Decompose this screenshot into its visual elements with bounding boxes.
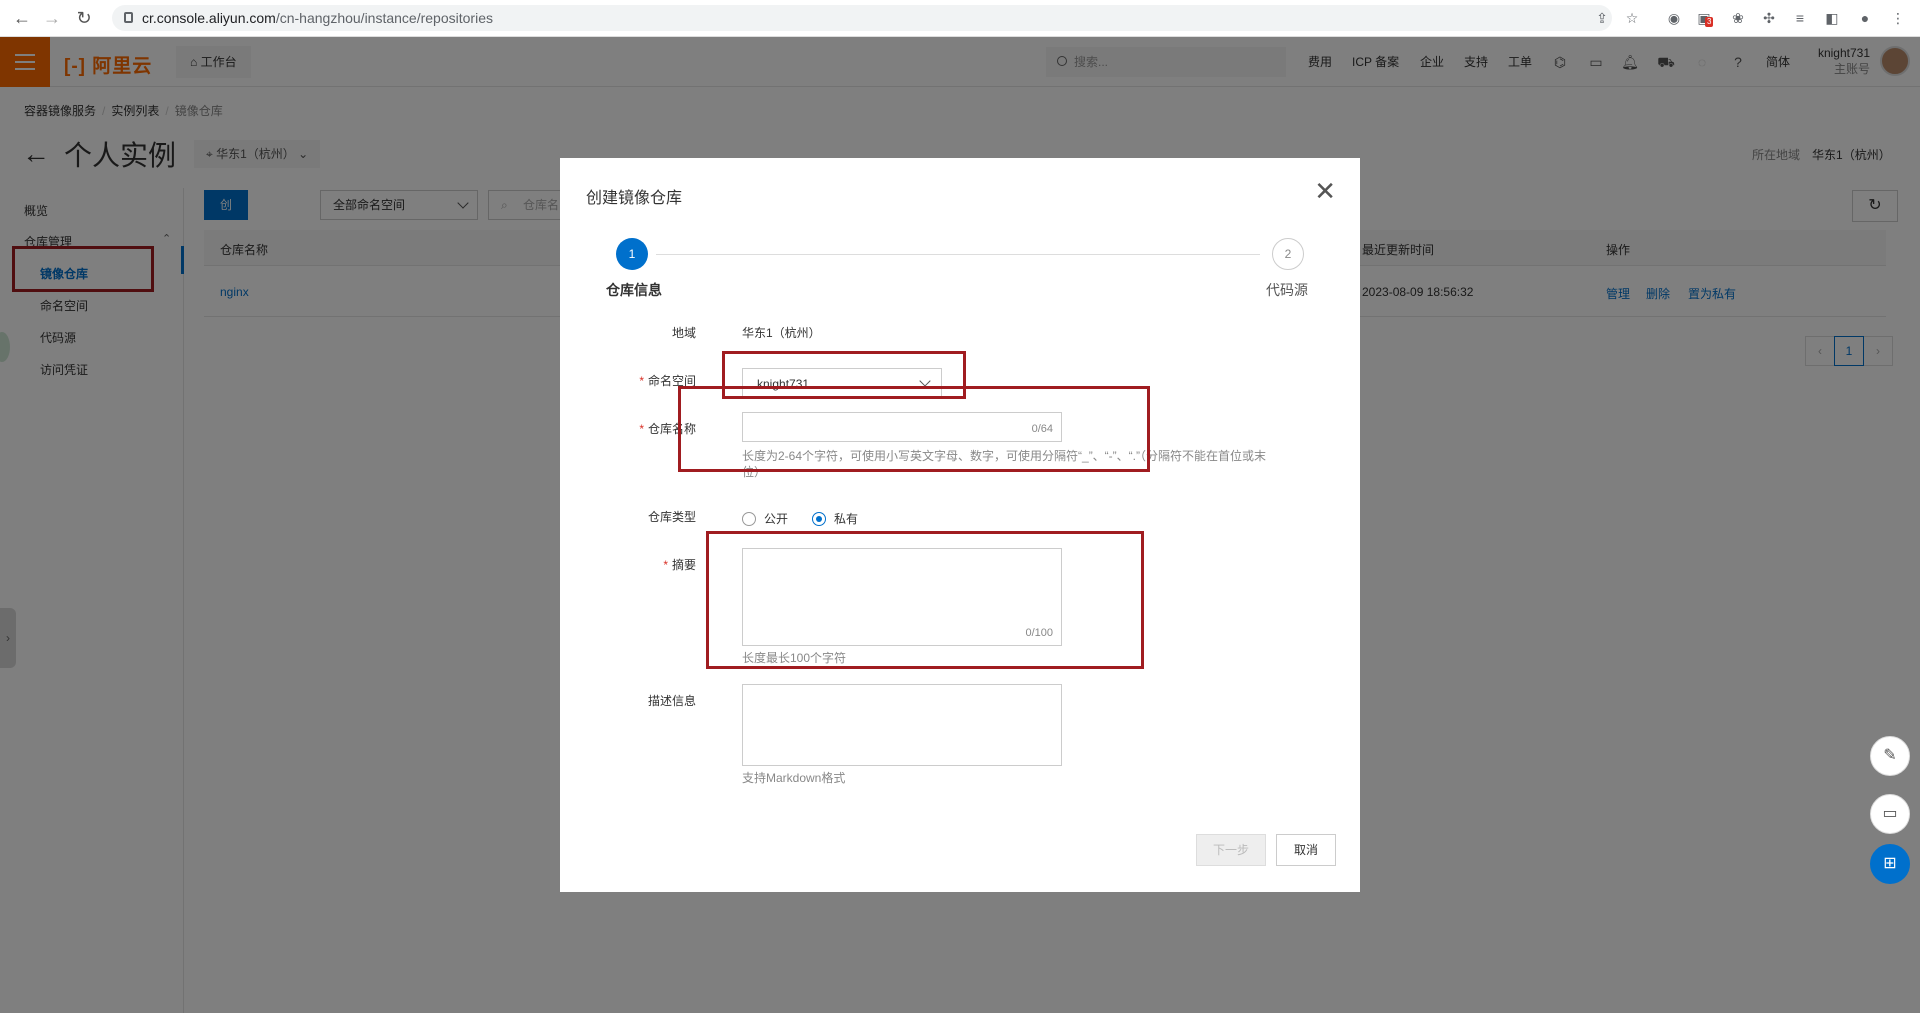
- description-hint: 支持Markdown格式: [742, 771, 846, 785]
- bookmark-star-icon[interactable]: ☆: [1622, 8, 1642, 28]
- edit-feedback-icon[interactable]: ✎: [1870, 736, 1910, 776]
- chat-icon[interactable]: ▭: [1870, 794, 1910, 834]
- region-field-value: 华东1（杭州）: [742, 326, 821, 340]
- description-textarea[interactable]: [742, 684, 1062, 766]
- lock-icon: [124, 12, 133, 23]
- extension-icon[interactable]: ◉: [1664, 8, 1684, 28]
- steps-connector: [656, 254, 1260, 255]
- namespace-field-label: * 命名空间: [639, 374, 696, 388]
- next-step-button[interactable]: 下一步: [1196, 834, 1266, 866]
- side-panel-icon[interactable]: ◧: [1822, 8, 1842, 28]
- radio-label-private: 私有: [834, 512, 859, 526]
- reload-icon[interactable]: ↻: [72, 7, 96, 31]
- reading-list-icon[interactable]: ≡: [1790, 8, 1810, 28]
- step-1-label: 仓库信息: [606, 282, 662, 298]
- radio-circle: [742, 511, 756, 526]
- cancel-button[interactable]: 取消: [1276, 834, 1336, 866]
- step-2-label: 代码源: [1266, 282, 1308, 298]
- share-icon[interactable]: ⇪: [1592, 8, 1612, 28]
- profile-icon[interactable]: ●: [1855, 8, 1875, 28]
- step-1-indicator: 1: [616, 238, 648, 270]
- extension-icon-2[interactable]: ❀: [1728, 8, 1748, 28]
- region-field-label: 地域: [671, 326, 696, 340]
- repo-type-public-radio[interactable]: 公开: [742, 510, 788, 527]
- radio-circle-checked: [812, 511, 826, 526]
- close-icon[interactable]: ✕: [1314, 178, 1336, 204]
- repo-name-field-label: * 仓库名称: [639, 422, 696, 436]
- more-icon[interactable]: ⋮: [1888, 8, 1908, 28]
- browser-toolbar: ← → ↻ cr.console.aliyun.com/cn-hangzhou/…: [0, 0, 1920, 37]
- puzzle-icon[interactable]: ✣: [1759, 8, 1779, 28]
- extension-badge-icon[interactable]: ▣ 3: [1694, 8, 1714, 28]
- forward-icon[interactable]: →: [40, 7, 64, 31]
- dialog-title: 创建镜像仓库: [586, 190, 683, 207]
- highlight-box-repo-name: [678, 386, 1150, 472]
- repo-type-private-radio[interactable]: 私有: [812, 510, 858, 527]
- url-path: /cn-hangzhou/instance/repositories: [275, 10, 493, 26]
- step-2-indicator: 2: [1272, 238, 1304, 270]
- extension-badge: 3: [1705, 17, 1714, 27]
- highlight-box-summary: [706, 531, 1144, 669]
- apps-grid-icon[interactable]: ⊞: [1870, 844, 1910, 884]
- summary-field-label: * 摘要: [663, 558, 696, 572]
- repo-type-field-label: 仓库类型: [647, 510, 696, 524]
- radio-label-public: 公开: [764, 512, 789, 526]
- url-host: cr.console.aliyun.com: [142, 10, 276, 26]
- back-icon[interactable]: ←: [10, 7, 34, 31]
- address-bar[interactable]: cr.console.aliyun.com/cn-hangzhou/instan…: [112, 5, 1612, 31]
- create-repository-dialog: 创建镜像仓库 ✕ 1 2 仓库信息 代码源 地域 华东1（杭州） * 命名空间 k…: [560, 158, 1360, 892]
- description-field-label: 描述信息: [647, 694, 696, 708]
